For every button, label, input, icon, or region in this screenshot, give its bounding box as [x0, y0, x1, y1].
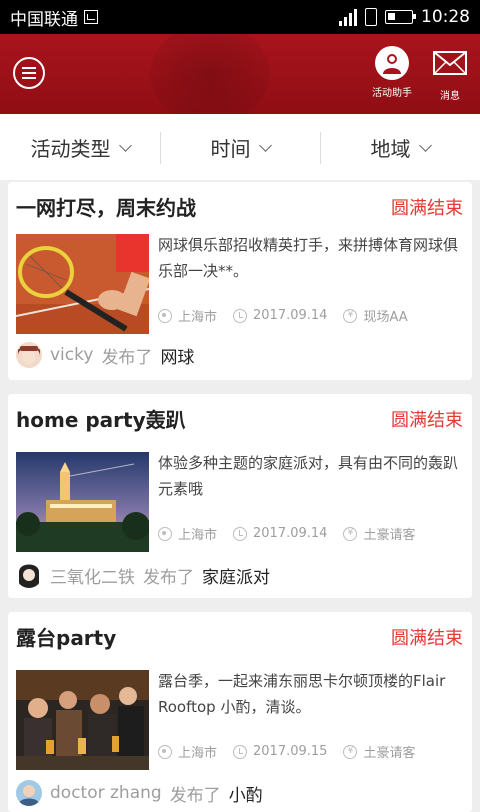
publish-verb: 发布了: [101, 347, 153, 368]
menu-icon[interactable]: [13, 57, 45, 89]
card-title: 露台party: [16, 626, 117, 650]
assistant-label: 活动助手: [372, 88, 412, 99]
chevron-down-icon: [258, 138, 272, 152]
publish-verb: 发布了: [143, 567, 194, 588]
clock-icon: [233, 526, 248, 541]
card-description: 体验多种主题的家庭派对，具有由不同的轰趴元素哦: [158, 454, 459, 498]
chevron-down-icon: [418, 138, 432, 152]
card-title: home party轰趴: [16, 408, 186, 432]
filter-label: 时间: [210, 136, 251, 161]
location-icon: [158, 526, 172, 541]
activity-card[interactable]: 一网打尽，周末约战 圆满结束 网球俱乐部招收精英打手，来拼搏体育网球俱乐部一决*…: [8, 182, 472, 380]
clock: 10:28: [421, 7, 470, 27]
date-text: 2017.09.14: [253, 526, 328, 541]
chevron-down-icon: [118, 138, 132, 152]
messages-button[interactable]: 消息: [420, 46, 480, 102]
fee-text: 土豪请客: [363, 528, 416, 543]
status-badge: 圆满结束: [391, 410, 463, 431]
publisher-row: vicky 发布了 网球: [16, 342, 194, 368]
card-description: 网球俱乐部招收精英打手，来拼搏体育网球俱乐部一决**。: [158, 236, 459, 280]
card-meta: 上海市 2017.09.15 ¥ 土豪请客: [158, 742, 415, 761]
activity-card[interactable]: 露台party 圆满结束 露台季，一起来浦东丽思卡尔顿顶楼的Flair Roof…: [8, 612, 472, 812]
filter-region[interactable]: 地域: [320, 114, 480, 180]
card-meta: 上海市 2017.09.14 ¥ 现场AA: [158, 306, 408, 325]
filter-activity-type[interactable]: 活动类型: [0, 114, 160, 180]
location-text: 上海市: [178, 528, 218, 543]
publisher-name[interactable]: vicky: [50, 345, 93, 365]
activity-tag: 小酌: [228, 785, 263, 806]
avatar[interactable]: [16, 562, 42, 588]
publisher-name[interactable]: doctor zhang: [50, 783, 162, 803]
yen-icon: ¥: [343, 526, 358, 541]
activity-tag: 网球: [160, 347, 195, 368]
card-title: 一网打尽，周末约战: [16, 196, 196, 220]
avatar[interactable]: [16, 780, 42, 806]
yen-icon: ¥: [343, 744, 358, 759]
location-text: 上海市: [178, 746, 218, 761]
activity-tag: 家庭派对: [202, 567, 270, 588]
card-meta: 上海市 2017.09.14 ¥ 土豪请客: [158, 524, 415, 543]
card-description: 露台季，一起来浦东丽思卡尔顿顶楼的Flair Rooftop 小酌，清谈。: [158, 672, 446, 716]
avatar[interactable]: [16, 342, 42, 368]
location-text: 上海市: [178, 310, 218, 325]
phone-icon: [365, 8, 377, 26]
filter-bar: 活动类型 时间 地域: [0, 114, 480, 180]
fee-text: 土豪请客: [363, 746, 416, 761]
date-text: 2017.09.14: [253, 308, 328, 323]
activity-image: [16, 234, 149, 334]
activity-card[interactable]: home party轰趴 圆满结束 体验多种主题的家庭派对，具有由不同的轰趴元素…: [8, 394, 472, 598]
location-icon: [158, 308, 172, 323]
yen-icon: ¥: [343, 308, 358, 323]
clock-icon: [233, 744, 248, 759]
location-icon: [158, 744, 172, 759]
status-bar: 中国联通 10:28: [0, 0, 480, 34]
status-badge: 圆满结束: [391, 628, 463, 649]
mail-icon: [433, 51, 467, 75]
publish-verb: 发布了: [169, 785, 221, 806]
activity-image: [16, 452, 149, 552]
battery-icon: [385, 10, 416, 24]
assistant-icon: [375, 46, 409, 80]
activity-image: [16, 670, 149, 770]
assistant-button[interactable]: 活动助手: [362, 46, 422, 99]
carrier-name: 中国联通: [10, 9, 78, 30]
publisher-row: 三氧化二铁 发布了 家庭派对: [16, 562, 270, 588]
filter-time[interactable]: 时间: [160, 114, 320, 180]
publisher-row: doctor zhang 发布了 小酌: [16, 780, 263, 806]
filter-label: 地域: [370, 136, 411, 161]
publisher-name[interactable]: 三氧化二铁: [50, 563, 135, 588]
date-text: 2017.09.15: [253, 744, 328, 759]
messages-label: 消息: [440, 91, 460, 102]
filter-label: 活动类型: [30, 136, 111, 161]
signal-icon: [339, 8, 357, 26]
fee-text: 现场AA: [363, 310, 408, 325]
app-header: 活动助手 消息: [0, 34, 480, 114]
status-badge: 圆满结束: [391, 198, 463, 219]
sim-icon: [84, 10, 98, 24]
clock-icon: [233, 308, 248, 323]
